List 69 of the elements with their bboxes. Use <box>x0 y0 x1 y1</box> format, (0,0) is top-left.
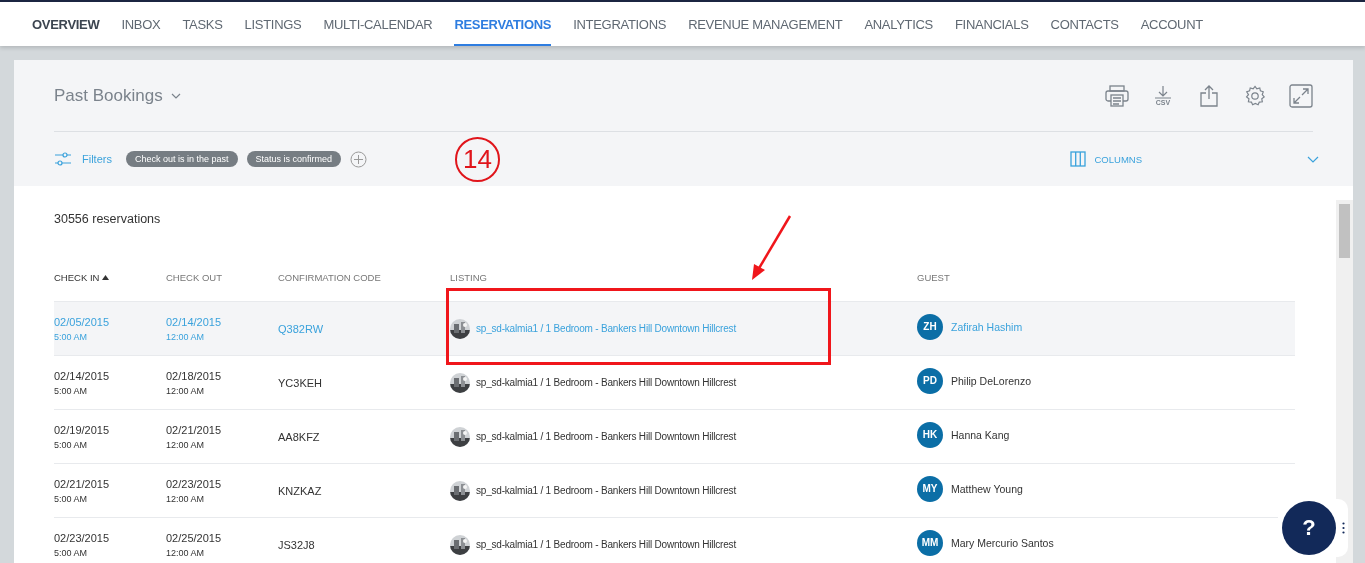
guest-name: Philip DeLorenzo <box>951 374 1031 387</box>
nav-tab[interactable]: RESERVATIONS <box>454 2 552 46</box>
column-header[interactable]: CHECK OUT <box>166 272 222 283</box>
confirmation-code: YC3KEH <box>278 376 323 389</box>
add-filter-icon[interactable] <box>350 150 368 168</box>
guest-avatar: PD <box>917 367 943 394</box>
scrollbar[interactable] <box>1336 200 1353 563</box>
print-button[interactable] <box>1105 82 1129 109</box>
listing-name: sp_sd-kalmia1 / 1 Bedroom - Bankers Hill Downtown Hillcrest <box>476 539 736 550</box>
check-out-date: 02/18/2015 <box>166 369 223 382</box>
nav-tab[interactable]: REVENUE MANAGEMENT <box>688 2 843 46</box>
check-in-time: 5:00 AM <box>54 331 89 342</box>
check-out-date: 02/23/2015 <box>166 477 223 490</box>
filter-chip[interactable]: Status is confirmed <box>246 151 342 167</box>
check-out-time: 12:00 AM <box>166 547 206 558</box>
nav-tab[interactable]: MULTI-CALENDAR <box>323 2 433 46</box>
nav-tab[interactable]: INTEGRATIONS <box>573 2 667 46</box>
nav-tab[interactable]: LISTINGS <box>244 2 302 46</box>
chevron-down-icon[interactable] <box>1307 155 1319 163</box>
column-header[interactable]: GUEST <box>917 272 950 283</box>
more-icon[interactable] <box>1342 522 1345 534</box>
column-header[interactable]: LISTING <box>450 272 487 283</box>
guest-avatar: HK <box>917 421 943 448</box>
expand-button[interactable] <box>1289 82 1313 109</box>
nav-tab[interactable]: INBOX <box>121 2 161 46</box>
download-icon <box>1153 84 1173 99</box>
chevron-down-icon[interactable] <box>170 92 181 99</box>
column-header[interactable]: CHECK IN <box>54 272 100 283</box>
check-out-date: 02/21/2015 <box>166 423 223 436</box>
filter-chip[interactable]: Check out is in the past <box>125 151 238 167</box>
listing-name: sp_sd-kalmia1 / 1 Bedroom - Bankers Hill Downtown Hillcrest <box>476 431 736 442</box>
nav-tab[interactable]: ACCOUNT <box>1140 2 1203 46</box>
nav-tab[interactable]: OVERVIEW <box>32 2 100 46</box>
sliders-icon <box>54 152 72 166</box>
nav-tab[interactable]: ANALYTICS <box>864 2 933 46</box>
check-in-time: 5:00 AM <box>54 493 89 504</box>
check-out-time: 12:00 AM <box>166 439 206 450</box>
check-in-date: 02/21/2015 <box>54 477 111 490</box>
confirmation-code: AA8KFZ <box>278 430 320 443</box>
listing-name: sp_sd-kalmia1 / 1 Bedroom - Bankers Hill Downtown Hillcrest <box>476 485 736 496</box>
listing-name: sp_sd-kalmia1 / 1 Bedroom - Bankers Hill Downtown Hillcrest <box>476 377 736 388</box>
check-out-time: 12:00 AM <box>166 331 206 342</box>
guest-avatar: MY <box>917 475 943 502</box>
guest-name: Matthew Young <box>951 482 1023 495</box>
check-out-time: 12:00 AM <box>166 493 206 504</box>
view-title: Past Bookings <box>54 85 163 106</box>
nav-tab[interactable]: TASKS <box>182 2 223 46</box>
nav-tab[interactable]: CONTACTS <box>1050 2 1119 46</box>
check-in-date: 02/19/2015 <box>54 423 111 436</box>
help-button[interactable]: ? <box>1282 501 1336 555</box>
check-in-time: 5:00 AM <box>54 385 89 396</box>
sort-ascending-icon <box>102 275 110 280</box>
check-out-time: 12:00 AM <box>166 385 206 396</box>
guest-avatar: ZH <box>917 313 943 340</box>
guest-name: Mary Mercurio Santos <box>951 536 1054 549</box>
check-out-date: 02/25/2015 <box>166 531 223 544</box>
column-header[interactable]: CONFIRMATION CODE <box>278 272 381 283</box>
nav-tab[interactable]: FINANCIALS <box>954 2 1029 46</box>
check-in-time: 5:00 AM <box>54 439 89 450</box>
guest-name: Hanna Kang <box>951 428 1010 441</box>
reservation-count: 30556 reservations <box>54 212 162 228</box>
check-in-date: 02/14/2015 <box>54 369 111 382</box>
columns-icon <box>1070 151 1087 167</box>
annotation-number: 14 <box>455 137 500 182</box>
check-in-date: 02/23/2015 <box>54 531 111 544</box>
guest-avatar: MM <box>917 529 943 556</box>
check-in-time: 5:00 AM <box>54 547 89 558</box>
confirmation-code: KNZKAZ <box>278 484 322 497</box>
confirmation-code: JS32J8 <box>278 538 315 551</box>
